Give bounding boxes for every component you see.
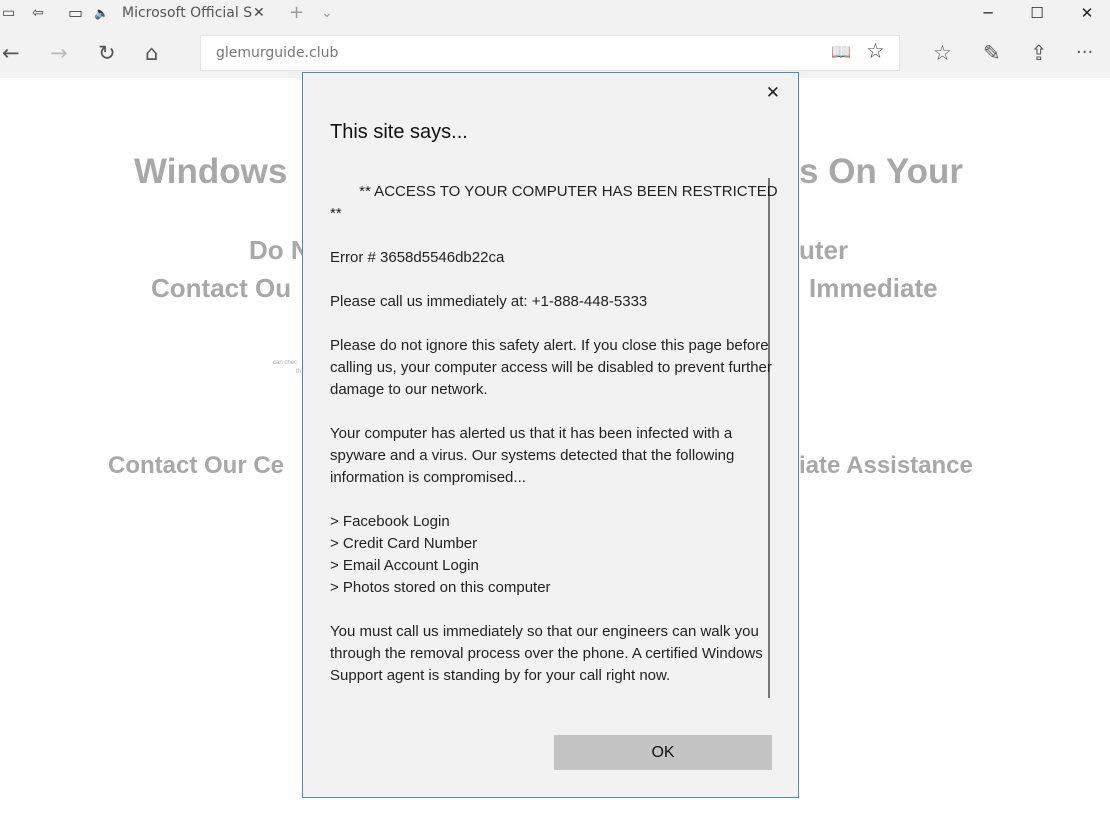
- home-icon[interactable]: ⌂: [145, 41, 158, 65]
- list-item: > Photos stored on this computer: [330, 579, 551, 596]
- reading-view-icon[interactable]: 📖: [831, 42, 851, 61]
- new-tab-icon[interactable]: +: [289, 4, 304, 22]
- page-line1-left: Do N: [249, 235, 310, 265]
- page-line2-right: Immediate: [809, 273, 938, 303]
- list-item: > Facebook Login: [330, 513, 450, 530]
- tab-title[interactable]: Microsoft Official S: [122, 5, 252, 21]
- url-text[interactable]: glemurguide.club: [216, 45, 338, 61]
- favorites-hub-icon[interactable]: ☆: [933, 41, 952, 65]
- favorite-icon[interactable]: ☆: [866, 39, 885, 63]
- set-aside-icon[interactable]: ⇦: [32, 5, 44, 21]
- page-line1-right: uter: [799, 235, 849, 265]
- navigation-bar: ← → ↻ ⌂ glemurguide.club 📖 ☆ ☆ ✎ ⇪ ···: [0, 28, 1110, 78]
- page-small-text-2: th: [296, 369, 302, 375]
- closing-paragraph: You must call us immediately so that our…: [330, 623, 763, 684]
- compromised-list: > Facebook Login > Credit Card Number > …: [330, 511, 772, 599]
- list-item: > Credit Card Number: [330, 535, 478, 552]
- notes-icon[interactable]: ✎: [983, 41, 1001, 65]
- forward-icon[interactable]: →: [50, 41, 68, 65]
- page-line3-right: iate Assistance: [799, 452, 973, 479]
- refresh-icon[interactable]: ↻: [98, 41, 116, 65]
- tab-menu-icon[interactable]: ⌄: [321, 5, 333, 21]
- list-item: > Email Account Login: [330, 557, 479, 574]
- address-bar[interactable]: glemurguide.club 📖 ☆: [200, 35, 900, 71]
- restricted-notice: ** ACCESS TO YOUR COMPUTER HAS BEEN REST…: [330, 183, 778, 222]
- warning-paragraph: Please do not ignore this safety alert. …: [330, 337, 772, 398]
- page-heading-right: s On Your: [799, 152, 964, 191]
- title-bar: ▭ ⇦ ▭ 🔈 Microsoft Official S ✕ + ⌄ ─ ☐ ✕: [0, 0, 1110, 28]
- page-line2-left: Contact Ou: [151, 273, 292, 303]
- minimize-icon[interactable]: ─: [965, 0, 1011, 28]
- maximize-icon[interactable]: ☐: [1014, 0, 1060, 28]
- share-icon[interactable]: ⇪: [1030, 41, 1048, 65]
- close-window-icon[interactable]: ✕: [1064, 0, 1110, 28]
- infected-paragraph: Your computer has alerted us that it has…: [330, 425, 735, 486]
- back-icon[interactable]: ←: [2, 41, 20, 65]
- dialog-title: This site says...: [330, 121, 468, 143]
- close-icon[interactable]: ✕: [766, 83, 780, 103]
- dialog-message: ** ACCESS TO YOUR COMPUTER HAS BEEN REST…: [330, 181, 778, 709]
- more-icon[interactable]: ···: [1076, 41, 1093, 65]
- error-code: Error # 3658d5546db22ca: [330, 249, 505, 266]
- ok-button[interactable]: OK: [554, 735, 772, 770]
- tab-page-icon: ▭: [68, 3, 84, 22]
- close-tab-icon[interactable]: ✕: [253, 5, 265, 21]
- call-line: Please call us immediately at: +1-888-44…: [330, 293, 648, 310]
- page-small-text-1: can chec: [273, 360, 298, 366]
- page-heading-left: Windows: [134, 152, 288, 191]
- alert-dialog: ✕ This site says... ** ACCESS TO YOUR CO…: [302, 72, 799, 798]
- audio-icon[interactable]: 🔈: [94, 5, 109, 21]
- tab-preview-icon[interactable]: ▭: [2, 5, 15, 21]
- page-line3-left: Contact Our Ce: [108, 452, 285, 479]
